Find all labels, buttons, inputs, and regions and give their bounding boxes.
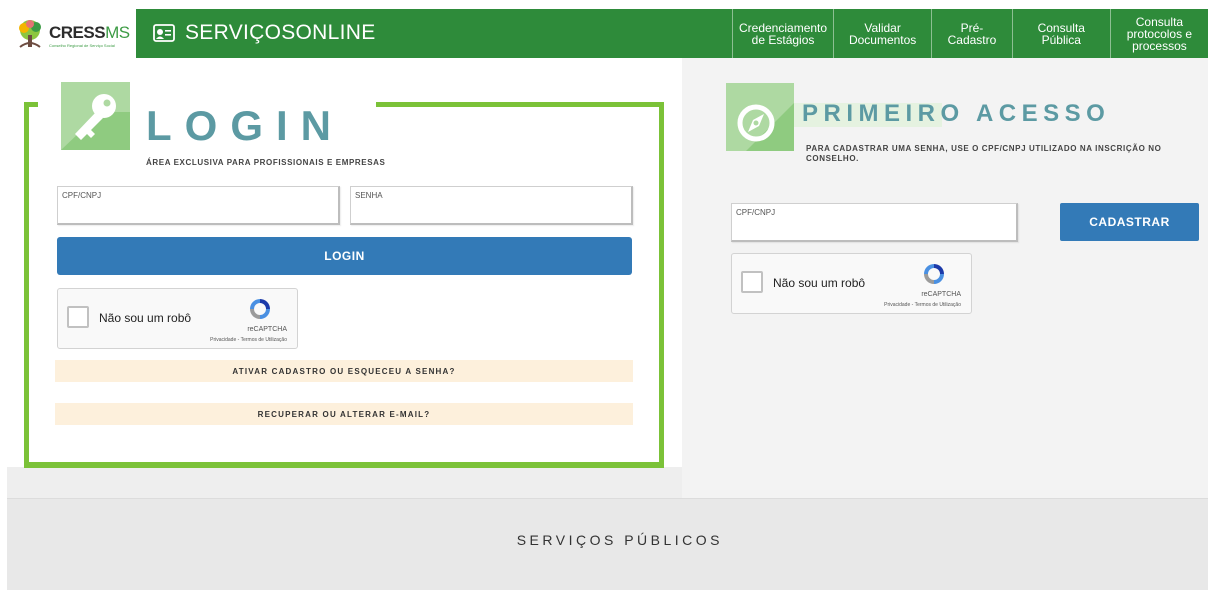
primeiro-acesso-title: PRIMEIRO ACESSO bbox=[802, 100, 1111, 127]
nav-consulta-protocolos[interactable]: Consulta protocolos e processos bbox=[1109, 9, 1208, 58]
id-card-icon bbox=[153, 24, 175, 42]
login-frame-border bbox=[376, 102, 664, 107]
recaptcha-label: Não sou um robô bbox=[99, 311, 192, 325]
cpf-cnpj-label: CPF/CNPJ bbox=[62, 191, 102, 200]
top-navigation-bar: CRESSMS Conselho Regional de Serviço Soc… bbox=[7, 9, 1208, 58]
recaptcha-brand: reCAPTCHA bbox=[247, 326, 287, 333]
recaptcha-widget[interactable]: Não sou um robô reCAPTCHA Privacidade - … bbox=[57, 288, 298, 349]
logo-subtitle: Conselho Regional de Serviço Social bbox=[49, 43, 115, 48]
recaptcha-logo-icon bbox=[250, 299, 270, 319]
primeiro-acesso-cpf-label: CPF/CNPJ bbox=[736, 208, 776, 217]
recaptcha-checkbox[interactable] bbox=[741, 271, 763, 293]
recaptcha-logo-icon bbox=[924, 264, 944, 284]
recaptcha-checkbox[interactable] bbox=[67, 306, 89, 328]
login-panel-bottom-strip bbox=[7, 467, 682, 498]
cpf-cnpj-input[interactable] bbox=[58, 201, 338, 223]
logo-text: CRESSMS bbox=[49, 23, 130, 42]
servicos-publicos-section: SERVIÇOS PÚBLICOS bbox=[7, 498, 1208, 590]
servicos-publicos-title: SERVIÇOS PÚBLICOS bbox=[516, 532, 723, 548]
login-frame-border bbox=[24, 102, 29, 468]
nav-validar-documentos[interactable]: Validar Documentos bbox=[833, 9, 931, 58]
cpf-cnpj-field[interactable]: CPF/CNPJ bbox=[57, 186, 340, 225]
servicos-online-title: SERVIÇOSONLINE bbox=[185, 21, 376, 44]
key-icon bbox=[61, 94, 130, 150]
login-subtitle: ÁREA EXCLUSIVA PARA PROFISSIONAIS E EMPR… bbox=[146, 158, 386, 167]
tree-logo-icon bbox=[19, 20, 41, 48]
recaptcha-links[interactable]: Privacidade - Termos de Utilização bbox=[884, 302, 961, 308]
compass-icon bbox=[737, 103, 794, 151]
login-frame-border bbox=[24, 462, 664, 468]
senha-input[interactable] bbox=[351, 201, 631, 223]
primeiro-acesso-cpf-field[interactable]: CPF/CNPJ bbox=[731, 203, 1018, 242]
cress-logo[interactable]: CRESSMS Conselho Regional de Serviço Soc… bbox=[7, 9, 136, 58]
login-frame-border bbox=[659, 102, 664, 468]
primeiro-acesso-cpf-input[interactable] bbox=[732, 218, 1016, 240]
recaptcha-links[interactable]: Privacidade - Termos de Utilização bbox=[210, 337, 287, 343]
cadastrar-button[interactable]: CADASTRAR bbox=[1060, 203, 1199, 241]
recuperar-email-link[interactable]: RECUPERAR OU ALTERAR E-MAIL? bbox=[55, 403, 633, 425]
senha-field[interactable]: SENHA bbox=[350, 186, 633, 225]
primeiro-acesso-recaptcha-widget[interactable]: Não sou um robô reCAPTCHA Privacidade - … bbox=[731, 253, 972, 314]
recaptcha-brand: reCAPTCHA bbox=[921, 291, 961, 298]
login-button[interactable]: LOGIN bbox=[57, 237, 632, 275]
nav-credenciamento-estagios[interactable]: Credenciamento de Estágios bbox=[732, 9, 833, 58]
nav-consulta-publica[interactable]: Consulta Pública bbox=[1011, 9, 1110, 58]
recaptcha-label: Não sou um robô bbox=[773, 276, 866, 290]
senha-label: SENHA bbox=[355, 191, 383, 200]
login-title: LOGIN bbox=[146, 102, 344, 149]
servicos-online-brand[interactable]: SERVIÇOSONLINE bbox=[153, 21, 376, 45]
nav-pre-cadastro[interactable]: Pré-Cadastro bbox=[931, 9, 1012, 58]
top-nav-menu: Credenciamento de Estágios Validar Docum… bbox=[732, 9, 1208, 58]
primeiro-acesso-subtitle: PARA CADASTRAR UMA SENHA, USE O CPF/CNPJ… bbox=[806, 144, 1162, 163]
ativar-cadastro-link[interactable]: ATIVAR CADASTRO OU ESQUECEU A SENHA? bbox=[55, 360, 633, 382]
